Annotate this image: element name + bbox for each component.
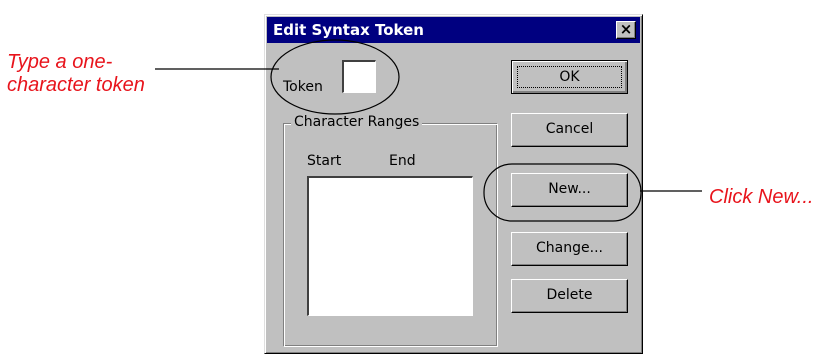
token-label: Token: [283, 79, 323, 95]
delete-button[interactable]: Delete: [511, 279, 628, 313]
ok-button-label: OK: [517, 66, 622, 88]
token-callout-line-2: character token: [7, 74, 145, 96]
change-button[interactable]: Change...: [511, 232, 628, 266]
title-bar[interactable]: Edit Syntax Token ×: [267, 17, 640, 43]
new-button[interactable]: New...: [511, 173, 628, 207]
character-ranges-list[interactable]: [307, 176, 473, 316]
character-ranges-title: Character Ranges: [291, 114, 423, 130]
token-input[interactable]: [342, 60, 376, 93]
column-header-start: Start: [307, 153, 342, 169]
token-callout-line-1: Type a one-: [7, 51, 113, 73]
column-header-end: End: [389, 153, 416, 169]
dialog-title: Edit Syntax Token: [273, 21, 424, 39]
ok-button[interactable]: OK: [511, 60, 628, 94]
cancel-button[interactable]: Cancel: [511, 113, 628, 147]
token-callout-text: Type a one- character token: [7, 51, 145, 97]
close-icon[interactable]: ×: [616, 21, 636, 39]
edit-syntax-token-dialog: Edit Syntax Token × Token Character Rang…: [264, 14, 643, 354]
new-callout-text: Click New...: [709, 186, 814, 208]
